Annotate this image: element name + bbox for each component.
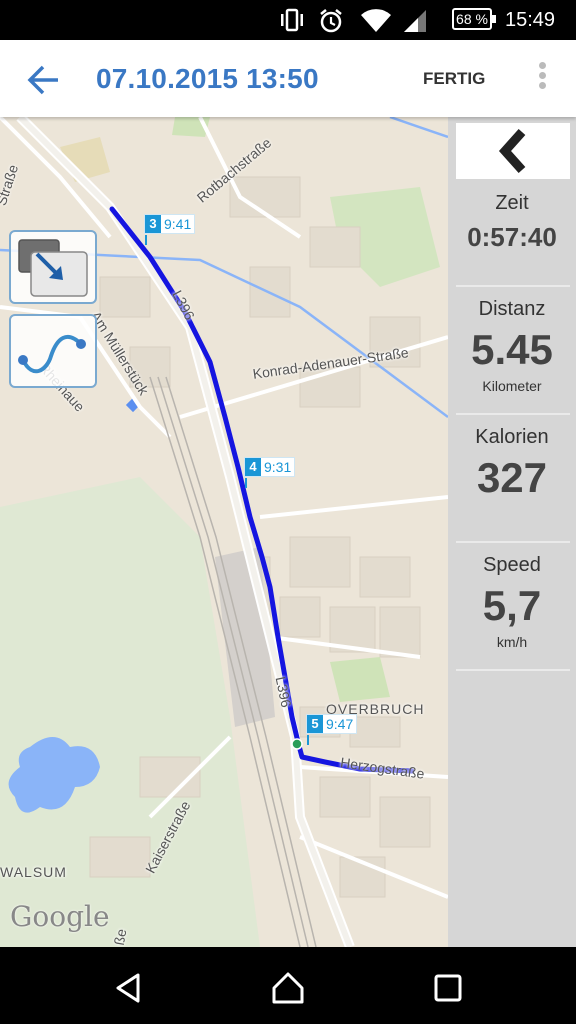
dot-icon — [538, 62, 546, 69]
stat-value: 327 — [476, 454, 548, 501]
nav-recents-button[interactable] — [431, 971, 465, 1005]
route-icon — [18, 334, 86, 374]
divider — [456, 541, 570, 543]
battery-icon: 68 % — [452, 8, 496, 30]
stat-unit: Kilometer — [482, 378, 542, 394]
stat-value: 0:57:40 — [467, 222, 557, 252]
back-button[interactable] — [22, 60, 66, 100]
collapse-panel-button[interactable] — [456, 123, 570, 179]
stat-label: Kalorien — [475, 426, 549, 448]
back-triangle-icon — [116, 973, 140, 1003]
lap-marker[interactable]: 3 9:41 — [144, 214, 196, 245]
street-label: ße — [110, 927, 130, 947]
dot-icon — [538, 82, 546, 89]
wifi-icon — [361, 9, 391, 32]
map-view[interactable]: Straße Rotbachstraße L396 Am Müllerstück… — [0, 117, 448, 947]
cell-signal-icon — [404, 10, 426, 32]
lap-number: 4 — [245, 458, 261, 476]
recents-square-icon — [434, 974, 462, 1002]
arrow-left-icon — [27, 65, 58, 95]
lap-time: 9:47 — [326, 716, 354, 732]
stat-unit: km/h — [496, 634, 528, 650]
divider — [456, 669, 570, 671]
lap-number: 3 — [145, 215, 161, 233]
stat-label: Speed — [483, 554, 541, 576]
lap-time: 9:31 — [264, 459, 292, 475]
nav-home-button[interactable] — [271, 971, 305, 1005]
stat-distance: Distanz 5.45 Kilometer — [448, 297, 576, 395]
system-nav-bar — [0, 947, 576, 1024]
route-toggle-button[interactable] — [9, 314, 97, 388]
nav-back-button[interactable] — [112, 971, 146, 1005]
layers-icon — [18, 239, 88, 297]
divider — [456, 413, 570, 415]
divider — [456, 285, 570, 287]
home-circle-icon — [272, 972, 304, 1004]
stat-calories: Kalorien 327 — [448, 425, 576, 503]
lap-marker[interactable]: 5 9:47 — [306, 714, 358, 745]
stats-panel: Zeit 0:57:40 Distanz 5.45 Kilometer Kalo… — [448, 117, 576, 947]
stat-label: Zeit — [495, 192, 529, 214]
alarm-icon — [320, 9, 342, 33]
lap-time: 9:41 — [164, 216, 192, 232]
stat-value: 5,7 — [482, 582, 542, 629]
map-layers-button[interactable] — [9, 230, 97, 304]
district-label: WALSUM — [0, 864, 67, 880]
page-title: 07.10.2015 13:50 — [96, 63, 319, 94]
stat-value: 5.45 — [471, 326, 553, 373]
stat-time: Zeit 0:57:40 — [448, 191, 576, 254]
status-time: 15:49 — [505, 9, 556, 31]
lap-number: 5 — [307, 715, 323, 733]
status-bar: 68 % 15:49 — [0, 0, 576, 40]
app-bar: 07.10.2015 13:50 FERTIG — [0, 40, 576, 117]
dot-icon — [538, 72, 546, 79]
screen: 68 % 15:49 07.10.2015 13:50 FERTIG Straß… — [0, 0, 576, 1024]
chevron-left-icon — [498, 128, 526, 174]
google-logo: Google — [10, 900, 110, 933]
vibrate-icon — [281, 8, 303, 32]
stat-label: Distanz — [478, 298, 546, 320]
lap-marker[interactable]: 4 9:31 — [244, 457, 296, 488]
stat-speed: Speed 5,7 km/h — [448, 553, 576, 651]
done-button[interactable]: FERTIG — [423, 68, 485, 90]
overflow-menu-button[interactable] — [534, 60, 550, 96]
